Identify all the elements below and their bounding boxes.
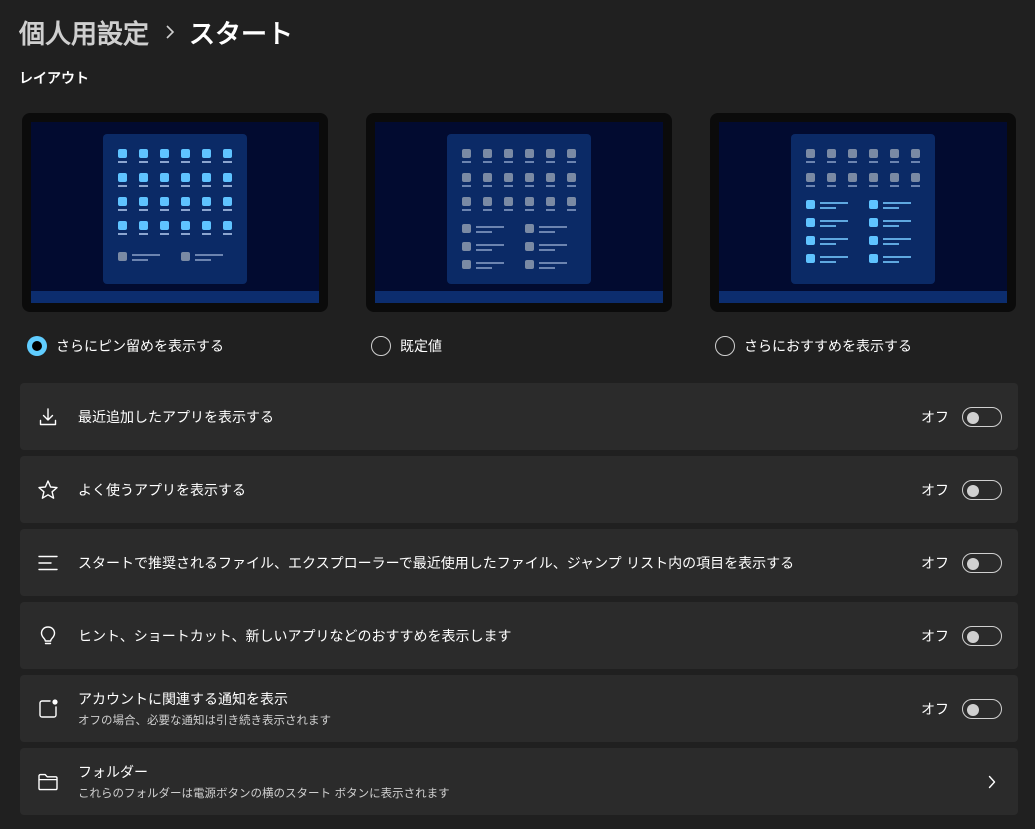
setting-title: よく使うアプリを表示する (78, 482, 246, 499)
setting-subtitle: オフの場合、必要な通知は引き続き表示されます (78, 713, 331, 727)
settings-page: 個人用設定 スタート レイアウト さらにピン留めを表示する 既定値 さらにおすす… (0, 0, 1035, 829)
setting-text: よく使うアプリを表示する (78, 480, 921, 500)
toggle-switch[interactable] (962, 552, 1002, 573)
toggle-group: オフ (921, 625, 1002, 646)
toggle-switch[interactable] (962, 698, 1002, 719)
chevron-right-icon[interactable] (984, 774, 1000, 790)
setting-recently-added-apps: 最近追加したアプリを表示する オフ (20, 383, 1018, 450)
toggle-switch[interactable] (962, 479, 1002, 500)
setting-text: 最近追加したアプリを表示する (78, 407, 921, 427)
layout-option-more-pins: さらにピン留めを表示する (22, 113, 328, 356)
layout-section-title: レイアウト (19, 71, 89, 87)
radio-label-more-pins: さらにピン留めを表示する (56, 339, 224, 355)
toggle-state-label: オフ (921, 701, 949, 718)
toggle-group: オフ (921, 552, 1002, 573)
toggle-state-label: オフ (921, 409, 949, 426)
preview-screen (719, 122, 1007, 303)
setting-text: アカウントに関連する通知を表示 オフの場合、必要な通知は引き続き表示されます (78, 689, 921, 728)
preview-screen (31, 122, 319, 303)
setting-title: スタートで推奨されるファイル、エクスプローラーで最近使用したファイル、ジャンプ … (78, 555, 795, 572)
layout-option-more-recommendations: さらにおすすめを表示する (710, 113, 1016, 356)
setting-title: ヒント、ショートカット、新しいアプリなどのおすすめを表示します (78, 628, 512, 645)
radio-option-more-pins[interactable]: さらにピン留めを表示する (27, 336, 328, 356)
setting-text: スタートで推奨されるファイル、エクスプローラーで最近使用したファイル、ジャンプ … (78, 553, 921, 573)
layout-preview-default[interactable] (366, 113, 672, 312)
breadcrumb: 個人用設定 スタート (19, 12, 293, 52)
setting-text: フォルダー これらのフォルダーは電源ボタンの横のスタート ボタンに表示されます (78, 762, 984, 801)
preview-screen (375, 122, 663, 303)
setting-subtitle: これらのフォルダーは電源ボタンの横のスタート ボタンに表示されます (78, 786, 450, 800)
download-icon (36, 405, 60, 429)
lightbulb-icon (36, 624, 60, 648)
page-title: スタート (189, 19, 294, 50)
breadcrumb-parent[interactable]: 個人用設定 (19, 14, 149, 51)
toggle-group: オフ (921, 698, 1002, 719)
radio-option-more-recommendations[interactable]: さらにおすすめを表示する (715, 336, 1016, 356)
setting-text: ヒント、ショートカット、新しいアプリなどのおすすめを表示します (78, 626, 921, 646)
toggle-switch[interactable] (962, 625, 1002, 646)
folder-icon (36, 770, 60, 794)
radio-option-default[interactable]: 既定値 (371, 336, 672, 356)
radio-label-default: 既定値 (400, 339, 442, 355)
setting-recommended-files: スタートで推奨されるファイル、エクスプローラーで最近使用したファイル、ジャンプ … (20, 529, 1018, 596)
preview-taskbar (31, 291, 319, 303)
radio-label-more-recommendations: さらにおすすめを表示する (744, 339, 912, 355)
setting-title: フォルダー (78, 765, 148, 781)
setting-title: アカウントに関連する通知を表示 (78, 692, 288, 708)
preview-taskbar (719, 291, 1007, 303)
list-icon (36, 551, 60, 575)
setting-most-used-apps: よく使うアプリを表示する オフ (20, 456, 1018, 523)
preview-startmenu (791, 134, 935, 284)
setting-folders[interactable]: フォルダー これらのフォルダーは電源ボタンの横のスタート ボタンに表示されます (20, 748, 1018, 815)
setting-account-notifications: アカウントに関連する通知を表示 オフの場合、必要な通知は引き続き表示されます オ… (20, 675, 1018, 742)
radio-button-more-pins[interactable] (27, 336, 47, 356)
preview-startmenu (447, 134, 591, 284)
toggle-switch[interactable] (962, 406, 1002, 427)
toggle-state-label: オフ (921, 555, 949, 572)
toggle-knob (967, 557, 979, 570)
star-icon (36, 478, 60, 502)
toggle-knob (967, 411, 979, 424)
layout-option-default: 既定値 (366, 113, 672, 356)
setting-title: 最近追加したアプリを表示する (78, 409, 274, 426)
preview-taskbar (375, 291, 663, 303)
toggle-knob (967, 630, 979, 643)
account-notification-icon (36, 697, 60, 721)
chevron-right-icon (165, 25, 175, 39)
setting-tips-and-recommendations: ヒント、ショートカット、新しいアプリなどのおすすめを表示します オフ (20, 602, 1018, 669)
radio-button-more-recommendations[interactable] (715, 336, 735, 356)
toggle-group: オフ (921, 406, 1002, 427)
toggle-state-label: オフ (921, 628, 949, 645)
toggle-knob (967, 703, 979, 716)
toggle-knob (967, 484, 979, 497)
layout-preview-more-recommendations[interactable] (710, 113, 1016, 312)
radio-button-default[interactable] (371, 336, 391, 356)
toggle-group: オフ (921, 479, 1002, 500)
layout-preview-more-pins[interactable] (22, 113, 328, 312)
toggle-state-label: オフ (921, 482, 949, 499)
preview-startmenu (103, 134, 247, 284)
